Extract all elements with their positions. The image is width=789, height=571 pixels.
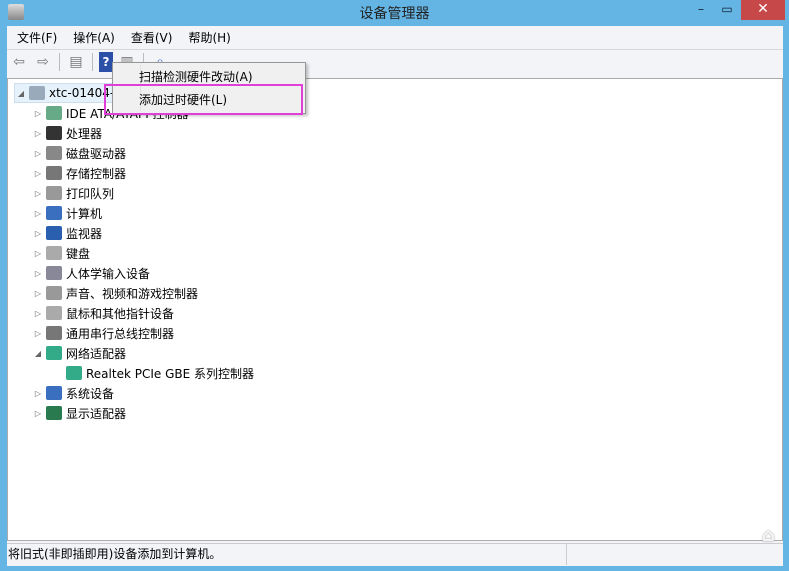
- back-icon[interactable]: ⇦: [9, 52, 29, 72]
- device-category-icon: [46, 206, 62, 220]
- close-button[interactable]: ✕: [741, 0, 785, 20]
- collapsed-arrow-icon[interactable]: ▷: [32, 129, 44, 138]
- status-text: 将旧式(非即插即用)设备添加到计算机。: [7, 544, 567, 565]
- separator: [59, 53, 60, 71]
- tree-item[interactable]: ▷ 磁盘驱动器: [32, 143, 126, 163]
- tree-item-label: 声音、视频和游戏控制器: [66, 286, 199, 301]
- device-category-icon: [46, 106, 62, 120]
- expanded-arrow-icon[interactable]: ◢: [15, 89, 27, 98]
- collapsed-arrow-icon[interactable]: ▷: [32, 109, 44, 118]
- tree-item[interactable]: ▷ 鼠标和其他指针设备: [32, 303, 174, 323]
- tree-item[interactable]: ▷ 存储控制器: [32, 163, 126, 183]
- collapsed-arrow-icon[interactable]: ▷: [32, 229, 44, 238]
- watermark: ⌂: [762, 525, 775, 546]
- collapsed-arrow-icon[interactable]: ▷: [32, 169, 44, 178]
- tree-item[interactable]: ▷ 通用串行总线控制器: [32, 323, 174, 343]
- device-category-icon: [46, 326, 62, 340]
- device-category-icon: [46, 266, 62, 280]
- status-bar: 将旧式(非即插即用)设备添加到计算机。: [7, 543, 783, 565]
- computer-icon: [29, 86, 45, 100]
- collapsed-arrow-icon[interactable]: ▷: [32, 149, 44, 158]
- collapsed-arrow-icon[interactable]: ▷: [32, 409, 44, 418]
- tree-item[interactable]: ▷ 计算机: [32, 203, 102, 223]
- tree-item[interactable]: ▷ 打印队列: [32, 183, 114, 203]
- device-tree[interactable]: ◢ xtc-01404-201157 ▷IDE ATA/ATAPI 控制器▷处理…: [7, 78, 783, 541]
- menu-bar: 文件(F) 操作(A) 查看(V) 帮助(H): [7, 26, 783, 49]
- device-category-icon: [46, 226, 62, 240]
- expanded-arrow-icon[interactable]: ◢: [32, 349, 44, 358]
- device-category-icon: [46, 386, 62, 400]
- tree-item-label: Realtek PCIe GBE 系列控制器: [86, 366, 255, 381]
- tree-item-label: 系统设备: [66, 386, 115, 401]
- title-bar: 设备管理器 – ▭ ✕: [0, 0, 789, 25]
- tree-item[interactable]: ▷ 显示适配器: [32, 403, 126, 423]
- menu-help[interactable]: 帮助(H): [180, 29, 238, 46]
- tree-item-label: 打印队列: [66, 186, 115, 201]
- collapsed-arrow-icon[interactable]: ▷: [32, 329, 44, 338]
- tree-item-label: 显示适配器: [66, 406, 127, 421]
- tree-item-label: 处理器: [66, 126, 103, 141]
- device-category-icon: [46, 286, 62, 300]
- collapsed-arrow-icon[interactable]: ▷: [32, 289, 44, 298]
- tree-item-label: 监视器: [66, 226, 103, 241]
- device-category-icon: [46, 146, 62, 160]
- device-category-icon: [46, 126, 62, 140]
- tree-item[interactable]: ▷ 监视器: [32, 223, 102, 243]
- device-category-icon: [66, 366, 82, 380]
- menu-file[interactable]: 文件(F): [9, 29, 65, 46]
- tree-item[interactable]: ▷ 人体学输入设备: [32, 263, 150, 283]
- tree-item-label: 存储控制器: [66, 166, 127, 181]
- tree-item-label: 网络适配器: [66, 346, 127, 361]
- device-category-icon: [46, 306, 62, 320]
- show-hide-console-tree-icon[interactable]: ▤: [66, 52, 86, 72]
- tree-item[interactable]: Realtek PCIe GBE 系列控制器: [52, 363, 254, 383]
- device-category-icon: [46, 246, 62, 260]
- maximize-button[interactable]: ▭: [714, 0, 740, 20]
- device-category-icon: [46, 166, 62, 180]
- tree-item[interactable]: ▷ 声音、视频和游戏控制器: [32, 283, 198, 303]
- collapsed-arrow-icon[interactable]: ▷: [32, 389, 44, 398]
- tree-item-label: 键盘: [66, 246, 91, 261]
- tree-item-label: 计算机: [66, 206, 103, 221]
- tree-item-label: 人体学输入设备: [66, 266, 151, 281]
- tree-item-label: 磁盘驱动器: [66, 146, 127, 161]
- forward-icon[interactable]: ⇨: [33, 52, 53, 72]
- menu-view[interactable]: 查看(V): [123, 29, 181, 46]
- tree-item-label: 鼠标和其他指针设备: [66, 306, 175, 321]
- collapsed-arrow-icon[interactable]: ▷: [32, 249, 44, 258]
- device-category-icon: [46, 186, 62, 200]
- collapsed-arrow-icon[interactable]: ▷: [32, 189, 44, 198]
- window-title: 设备管理器: [359, 6, 430, 22]
- help-icon[interactable]: ?: [99, 52, 113, 72]
- minimize-button[interactable]: –: [688, 0, 714, 20]
- device-category-icon: [46, 406, 62, 420]
- highlight-box: [104, 84, 303, 115]
- tree-item[interactable]: ▷ 键盘: [32, 243, 90, 263]
- separator: [92, 53, 93, 71]
- tree-item[interactable]: ▷ 处理器: [32, 123, 102, 143]
- collapsed-arrow-icon[interactable]: ▷: [32, 309, 44, 318]
- tree-item[interactable]: ◢ 网络适配器: [32, 343, 126, 363]
- tree-item[interactable]: ▷ 系统设备: [32, 383, 114, 403]
- menu-action[interactable]: 操作(A): [65, 29, 123, 46]
- tree-item-label: 通用串行总线控制器: [66, 326, 175, 341]
- device-category-icon: [46, 346, 62, 360]
- collapsed-arrow-icon[interactable]: ▷: [32, 209, 44, 218]
- collapsed-arrow-icon[interactable]: ▷: [32, 269, 44, 278]
